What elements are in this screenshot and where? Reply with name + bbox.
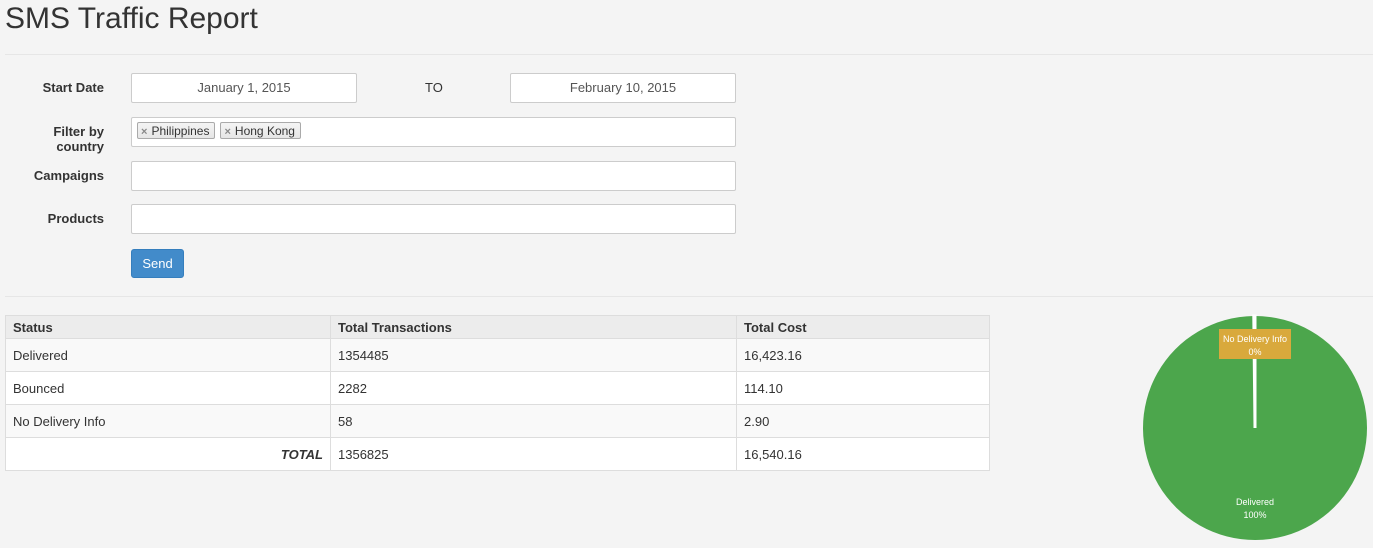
cost-cell: 114.10 xyxy=(737,372,990,405)
start-date-input[interactable]: January 1, 2015 xyxy=(131,73,357,103)
column-header-total-transactions: Total Transactions xyxy=(331,316,737,339)
country-filter-input[interactable]: × Philippines × Hong Kong xyxy=(131,117,736,147)
status-cell: No Delivery Info xyxy=(6,405,331,438)
send-button[interactable]: Send xyxy=(131,249,184,278)
country-tag: × Philippines xyxy=(137,122,215,139)
cost-cell: 16,423.16 xyxy=(737,339,990,372)
pie-label-percent: 100% xyxy=(1243,510,1266,520)
header-divider xyxy=(5,54,1373,55)
transactions-cell: 58 xyxy=(331,405,737,438)
total-label: TOTAL xyxy=(6,438,331,471)
country-tag-label: Hong Kong xyxy=(235,124,295,138)
transactions-cell: 1354485 xyxy=(331,339,737,372)
products-label: Products xyxy=(5,211,104,226)
products-input[interactable] xyxy=(131,204,736,234)
total-cost-cell: 16,540.16 xyxy=(737,438,990,471)
status-cell: Delivered xyxy=(6,339,331,372)
campaigns-label: Campaigns xyxy=(5,168,104,183)
end-date-input[interactable]: February 10, 2015 xyxy=(510,73,736,103)
pie-chart-svg: Delivered 100% No Delivery Info 0% xyxy=(1140,313,1370,545)
report-table: Status Total Transactions Total Cost Del… xyxy=(5,315,990,471)
to-label: TO xyxy=(425,80,443,95)
table-row: Delivered 1354485 16,423.16 xyxy=(6,339,990,372)
status-pie-chart: Delivered 100% No Delivery Info 0% xyxy=(1140,313,1370,545)
total-transactions-cell: 1356825 xyxy=(331,438,737,471)
pie-label-percent: 0% xyxy=(1248,347,1261,357)
campaigns-input[interactable] xyxy=(131,161,736,191)
column-header-status: Status xyxy=(6,316,331,339)
form-divider xyxy=(5,296,1373,297)
country-filter-label: Filter by country xyxy=(5,124,104,154)
page-title: SMS Traffic Report xyxy=(5,0,258,38)
start-date-label: Start Date xyxy=(5,80,104,95)
country-tag-label: Philippines xyxy=(151,124,209,138)
table-row: Bounced 2282 114.10 xyxy=(6,372,990,405)
pie-label-name: Delivered xyxy=(1236,497,1274,507)
country-tag: × Hong Kong xyxy=(220,122,300,139)
remove-tag-icon[interactable]: × xyxy=(224,124,230,140)
pie-label-name: No Delivery Info xyxy=(1223,334,1287,344)
remove-tag-icon[interactable]: × xyxy=(141,124,147,140)
column-header-total-cost: Total Cost xyxy=(737,316,990,339)
transactions-cell: 2282 xyxy=(331,372,737,405)
table-total-row: TOTAL 1356825 16,540.16 xyxy=(6,438,990,471)
table-row: No Delivery Info 58 2.90 xyxy=(6,405,990,438)
cost-cell: 2.90 xyxy=(737,405,990,438)
status-cell: Bounced xyxy=(6,372,331,405)
table-header-row: Status Total Transactions Total Cost xyxy=(6,316,990,339)
